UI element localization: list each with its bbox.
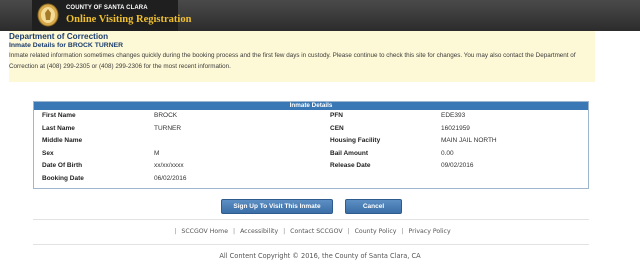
footer-link-accessibility[interactable]: Accessibility bbox=[240, 228, 278, 235]
footer-link-list: | SCCGOV Home | Accessibility | Contact … bbox=[33, 228, 589, 235]
sign-up-to-visit-button[interactable]: Sign Up To Visit This Inmate bbox=[221, 199, 333, 214]
label-release-date: Release Date bbox=[330, 162, 371, 170]
footer-link-contact-sccgov[interactable]: Contact SCCGOV bbox=[290, 228, 342, 235]
footer-link-county-policy[interactable]: County Policy bbox=[355, 228, 397, 235]
label-housing-facility: Housing Facility bbox=[330, 137, 381, 145]
value-bail-amount: 0.00 bbox=[441, 149, 454, 157]
label-cen: CEN bbox=[330, 124, 344, 132]
table-row: Date Of Birth xx/xx/xxxx Release Date 09… bbox=[34, 160, 588, 173]
value-cen: 16021959 bbox=[441, 124, 470, 132]
label-pfn: PFN bbox=[330, 112, 343, 119]
footer-separator: | bbox=[347, 228, 350, 235]
label-last-name: Last Name bbox=[42, 124, 75, 132]
table-row: Last Name TURNER CEN 16021959 bbox=[34, 123, 588, 136]
inmate-details-table: Inmate Details First Name BROCK PFN EDE3… bbox=[33, 101, 589, 189]
table-row: Middle Name Housing Facility MAIN JAIL N… bbox=[34, 135, 588, 148]
label-first-name: First Name bbox=[42, 112, 76, 119]
value-last-name: TURNER bbox=[154, 124, 182, 132]
copyright-text: All Content Copyright © 2016, the County… bbox=[219, 252, 421, 260]
value-housing-facility: MAIN JAIL NORTH bbox=[441, 137, 497, 145]
label-date-of-birth: Date Of Birth bbox=[42, 162, 83, 170]
brand-block[interactable]: COUNTY OF SANTA CLARA Online Visiting Re… bbox=[32, 0, 191, 31]
table-row: First Name BROCK PFN EDE393 bbox=[34, 110, 588, 123]
footer-separator: | bbox=[174, 228, 177, 235]
site-header: COUNTY OF SANTA CLARA Online Visiting Re… bbox=[0, 0, 640, 31]
footer-separator: | bbox=[283, 228, 286, 235]
county-name: COUNTY OF SANTA CLARA bbox=[66, 5, 148, 11]
value-pfn: EDE393 bbox=[441, 112, 466, 119]
table-header: Inmate Details bbox=[34, 102, 588, 110]
notice-message: Inmate related information sometimes cha… bbox=[9, 52, 576, 70]
department-title: Department of Correction bbox=[9, 32, 109, 41]
inmate-details-subtitle: Inmate Details for BROCK TURNER bbox=[9, 42, 124, 49]
value-sex: M bbox=[154, 149, 160, 157]
footer-links-bar: | SCCGOV Home | Accessibility | Contact … bbox=[33, 219, 589, 245]
table-row: Booking Date 06/02/2016 bbox=[34, 173, 588, 186]
county-seal-icon bbox=[37, 3, 59, 27]
footer-link-sccgov-home[interactable]: SCCGOV Home bbox=[181, 228, 228, 235]
label-middle-name: Middle Name bbox=[42, 137, 83, 145]
value-release-date: 09/02/2016 bbox=[441, 162, 474, 170]
notice-panel: Department of Correction Inmate Details … bbox=[9, 31, 595, 82]
app-title: Online Visiting Registration bbox=[66, 14, 192, 25]
footer-separator: | bbox=[401, 228, 404, 235]
footer-separator: | bbox=[233, 228, 236, 235]
value-booking-date: 06/02/2016 bbox=[154, 174, 187, 182]
label-sex: Sex bbox=[42, 149, 54, 157]
value-first-name: BROCK bbox=[154, 112, 178, 119]
label-bail-amount: Bail Amount bbox=[330, 149, 369, 157]
table-row: Sex M Bail Amount 0.00 bbox=[34, 148, 588, 161]
footer-link-privacy-policy[interactable]: Privacy Policy bbox=[408, 228, 450, 235]
label-booking-date: Booking Date bbox=[42, 174, 84, 182]
value-date-of-birth: xx/xx/xxxx bbox=[154, 162, 184, 170]
cancel-button[interactable]: Cancel bbox=[345, 199, 402, 214]
